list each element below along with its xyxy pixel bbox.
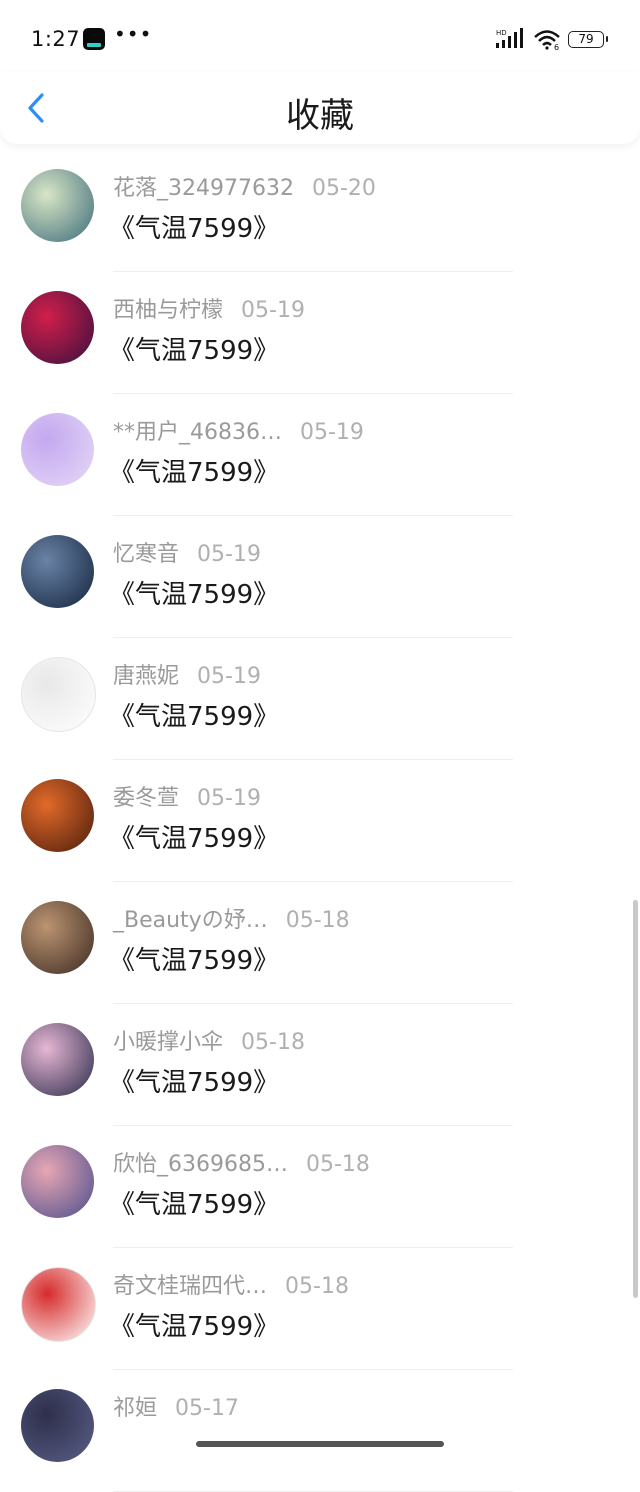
list-item[interactable]: 欣怡_6369685… 05-18 《气温7599》 xyxy=(0,1126,640,1248)
favorite-date: 05-18 xyxy=(305,1152,370,1177)
username[interactable]: 欣怡_6369685… xyxy=(113,1152,288,1177)
signal-hd-label: HD xyxy=(496,29,507,37)
wifi-6-label: 6 xyxy=(554,43,559,50)
user-avatar[interactable] xyxy=(21,1145,94,1218)
list-item[interactable]: **用户_46836… 05-19 《气温7599》 xyxy=(0,394,640,516)
list-item[interactable]: 忆寒音 05-19 《气温7599》 xyxy=(0,516,640,638)
username-line: 奇文桂瑞四代… 05-18 xyxy=(113,1268,349,1300)
username[interactable]: **用户_46836… xyxy=(113,420,282,445)
list-item[interactable]: 花落_324977632 05-20 《气温7599》 xyxy=(0,150,640,272)
status-bar: 1:27 ••• HD 6 79 xyxy=(0,0,640,80)
work-title[interactable]: 《气温7599》 xyxy=(109,1184,279,1221)
user-avatar[interactable] xyxy=(21,1023,94,1096)
user-avatar[interactable] xyxy=(21,291,94,364)
list-item[interactable]: 奇文桂瑞四代… 05-18 《气温7599》 xyxy=(0,1248,640,1370)
list-item[interactable]: 唐燕妮 05-19 《气温7599》 xyxy=(0,638,640,760)
username-line: **用户_46836… 05-19 xyxy=(113,414,364,446)
user-avatar[interactable] xyxy=(21,169,94,242)
username[interactable]: _Beautyの妤… xyxy=(113,908,268,933)
cellular-signal-icon: HD xyxy=(496,28,526,54)
username-line: 小暖撑小伞 05-18 xyxy=(113,1024,305,1056)
favorite-date: 05-18 xyxy=(241,1030,305,1055)
wifi-icon: 6 xyxy=(533,28,563,54)
list-item[interactable]: _Beautyの妤… 05-18 《气温7599》 xyxy=(0,882,640,1004)
battery-indicator: 79 xyxy=(568,31,608,48)
app-notification-icon xyxy=(83,28,105,50)
username[interactable]: 奇文桂瑞四代… xyxy=(113,1274,267,1299)
user-avatar[interactable] xyxy=(21,779,94,852)
page-title: 收藏 xyxy=(286,96,354,136)
username-line: _Beautyの妤… 05-18 xyxy=(113,902,350,934)
work-title[interactable]: 《气温7599》 xyxy=(109,208,279,245)
username-line: 花落_324977632 05-20 xyxy=(113,170,376,202)
list-item[interactable]: 小暖撑小伞 05-18 《气温7599》 xyxy=(0,1004,640,1126)
user-avatar[interactable] xyxy=(21,1389,94,1462)
username-line: 委冬萱 05-19 xyxy=(113,780,261,812)
work-title[interactable]: 《气温7599》 xyxy=(109,330,279,367)
work-title[interactable]: 《气温7599》 xyxy=(109,1062,279,1099)
favorite-date: 05-19 xyxy=(300,420,364,445)
list-item[interactable]: 祁姮 05-17 xyxy=(0,1370,640,1492)
work-title[interactable]: 《气温7599》 xyxy=(109,574,279,611)
app-header: 收藏 xyxy=(0,72,640,144)
username-line: 欣怡_6369685… 05-18 xyxy=(113,1146,370,1178)
user-avatar[interactable] xyxy=(21,535,94,608)
favorite-date: 05-18 xyxy=(285,1274,349,1299)
list-item[interactable]: 委冬萱 05-19 《气温7599》 xyxy=(0,760,640,882)
home-indicator[interactable] xyxy=(196,1441,444,1447)
username[interactable]: 花落_324977632 xyxy=(113,176,294,201)
favorite-date: 05-19 xyxy=(197,786,261,811)
username[interactable]: 委冬萱 xyxy=(113,786,179,811)
favorite-date: 05-20 xyxy=(311,176,376,201)
username-line: 唐燕妮 05-19 xyxy=(113,658,261,690)
user-avatar[interactable] xyxy=(21,657,96,732)
favorite-date: 05-19 xyxy=(197,542,261,567)
scrollbar[interactable] xyxy=(633,900,638,1298)
user-avatar[interactable] xyxy=(21,413,94,486)
list-item[interactable]: 西柚与柠檬 05-19 《气温7599》 xyxy=(0,272,640,394)
user-avatar[interactable] xyxy=(21,901,94,974)
username[interactable]: 祁姮 xyxy=(113,1396,157,1421)
work-title[interactable]: 《气温7599》 xyxy=(109,1306,279,1343)
username[interactable]: 西柚与柠檬 xyxy=(113,298,223,323)
work-title[interactable]: 《气温7599》 xyxy=(109,696,279,733)
favorite-date: 05-18 xyxy=(285,908,350,933)
favorite-date: 05-19 xyxy=(241,298,305,323)
status-time: 1:27 xyxy=(31,27,81,51)
username[interactable]: 唐燕妮 xyxy=(113,664,179,689)
work-title[interactable]: 《气温7599》 xyxy=(109,818,279,855)
username-line: 忆寒音 05-19 xyxy=(113,536,261,568)
user-avatar[interactable] xyxy=(21,1267,96,1342)
username-line: 西柚与柠檬 05-19 xyxy=(113,292,305,324)
favorites-list: 花落_324977632 05-20 《气温7599》 西柚与柠檬 05-19 《气温75… xyxy=(0,150,640,1492)
favorite-date: 05-19 xyxy=(197,664,261,689)
favorite-date: 05-17 xyxy=(175,1396,239,1421)
work-title[interactable]: 《气温7599》 xyxy=(109,940,279,977)
more-notifications-icon: ••• xyxy=(114,22,153,46)
username[interactable]: 小暖撑小伞 xyxy=(113,1030,223,1055)
work-title[interactable]: 《气温7599》 xyxy=(109,452,279,489)
username[interactable]: 忆寒音 xyxy=(113,542,179,567)
username-line: 祁姮 05-17 xyxy=(113,1390,239,1422)
